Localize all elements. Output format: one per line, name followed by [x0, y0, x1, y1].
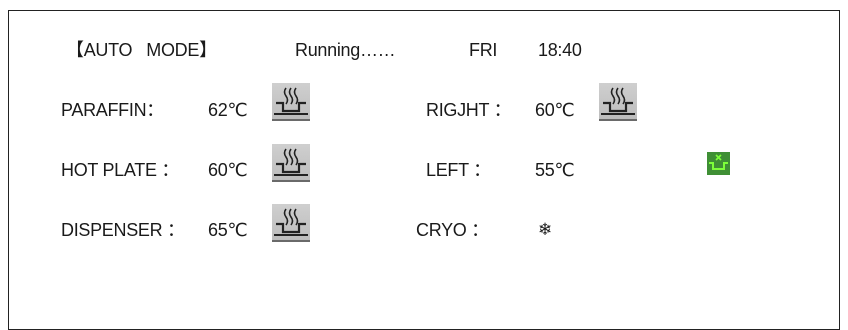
hot-plate-label: HOT PLATE ： — [61, 160, 180, 180]
dispenser-label: DISPENSER ： — [61, 220, 185, 240]
heater-icon[interactable] — [272, 144, 310, 182]
clock-time: 18:40 — [538, 40, 582, 60]
paraffin-temp: 62℃ — [208, 100, 248, 120]
heater-icon[interactable] — [599, 83, 637, 121]
dispenser-temp: 65℃ — [208, 220, 248, 240]
left-temp: 55℃ — [535, 160, 575, 180]
right-temp: 60℃ — [535, 100, 575, 120]
paraffin-label: PARAFFIN： — [61, 100, 164, 120]
weekday: FRI — [469, 40, 498, 60]
hot-plate-temp: 60℃ — [208, 160, 248, 180]
heater-icon[interactable] — [272, 83, 310, 121]
run-status: Running…… — [295, 40, 396, 60]
snowflake-icon: ❄ — [538, 220, 553, 239]
status-panel: 【AUTO MODE】 Running…… FRI 18:40 PARAFFIN… — [8, 10, 840, 330]
right-label: RIGJHT ： — [426, 100, 512, 120]
cooling-indicator-icon[interactable] — [707, 152, 730, 175]
mode-label: 【AUTO MODE】 — [66, 40, 217, 60]
cryo-label: CRYO ： — [416, 220, 489, 240]
heater-icon[interactable] — [272, 204, 310, 242]
left-label: LEFT ： — [426, 160, 491, 180]
